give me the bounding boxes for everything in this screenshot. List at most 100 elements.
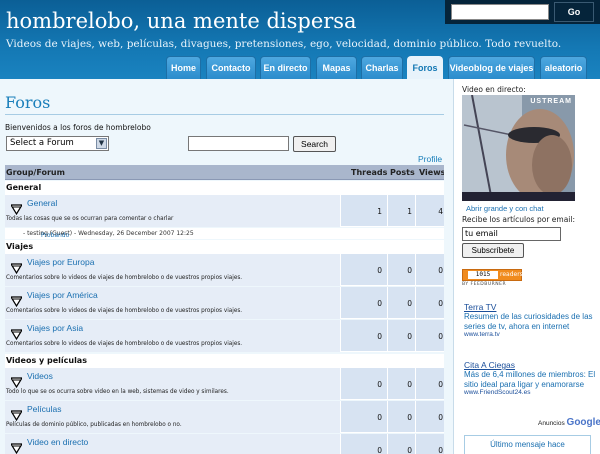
- forum-folder-icon: [11, 263, 22, 274]
- site-search-go-button[interactable]: Go: [554, 2, 594, 22]
- forum-views-count: 0: [438, 380, 443, 389]
- forum-views-count: 0: [438, 266, 443, 275]
- ad-block: Terra TV Resumen de las curiosidades de …: [464, 302, 599, 338]
- ad-url-link[interactable]: www.FriendScout24.es: [464, 389, 599, 396]
- forum-search-input[interactable]: [188, 136, 289, 151]
- subscribe-label: Recibe los artículos por email:: [462, 215, 575, 224]
- last-message-widget: Último mensaje hace: [464, 435, 591, 454]
- forum-views-count: 0: [438, 332, 443, 341]
- forum-views-count: 0: [438, 413, 443, 422]
- last-post-info: Probando - testing (Guest) - Wednesday, …: [23, 230, 194, 239]
- ads-by-google[interactable]: Anuncios Google: [538, 417, 600, 428]
- forum-posts-count: 0: [407, 380, 412, 389]
- subscribe-button[interactable]: Subscríbete: [462, 243, 524, 258]
- forum-posts-count: 0: [407, 446, 412, 454]
- ads-by-label: Anuncios: [538, 420, 567, 427]
- forum-threads-count: 0: [377, 332, 382, 341]
- tab-contacto[interactable]: Contacto: [206, 56, 256, 79]
- forum-row-america: Viajes por América Comentarios sobre lo …: [5, 287, 444, 319]
- forum-link-peliculas[interactable]: Películas: [27, 404, 62, 414]
- category-videos: Videos y películas: [5, 354, 444, 368]
- category-label: Viajes: [6, 242, 34, 251]
- forum-row-peliculas: Películas Películas de dominio público, …: [5, 401, 444, 433]
- forum-threads-count: 0: [377, 299, 382, 308]
- profile-link[interactable]: Profile: [418, 154, 442, 164]
- live-video-player[interactable]: USTREAM: [462, 95, 575, 201]
- forum-select-value: Select a Forum: [10, 138, 74, 148]
- forum-posts-count: 0: [407, 299, 412, 308]
- forum-description: Todas las cosas que se os ocurran para c…: [6, 216, 174, 222]
- site-header: hombrelobo, una mente dispersa Videos de…: [0, 0, 600, 79]
- forum-description: Comentarios sobre lo videos de viajes de…: [6, 275, 243, 281]
- last-post-link[interactable]: Probando: [41, 232, 69, 239]
- forum-description: Comentarios sobre lo videos de viajes de…: [6, 341, 243, 347]
- tab-foros[interactable]: Foros: [407, 56, 443, 79]
- forum-views-count: 4: [438, 207, 443, 216]
- chevron-down-icon[interactable]: ▼: [96, 138, 107, 149]
- forum-folder-icon: [11, 204, 22, 215]
- ad-text: Más de 6,4 millones de miembros: El siti…: [464, 370, 596, 389]
- forum-row-general: General Todas las cosas que se os ocurra…: [5, 195, 444, 227]
- tab-videoblog[interactable]: Videoblog de viajes: [448, 56, 535, 79]
- forum-folder-icon: [11, 377, 22, 388]
- forum-description: Todo lo que se os ocurra sobre video en …: [6, 389, 229, 395]
- title-divider: [5, 114, 444, 115]
- site-tagline: Videos de viajes, web, películas, divagu…: [6, 38, 562, 50]
- category-viajes: Viajes: [5, 240, 444, 254]
- category-label: General: [6, 183, 42, 192]
- site-search-input[interactable]: [451, 4, 549, 20]
- forum-threads-count: 0: [377, 380, 382, 389]
- video-thumbnail: [462, 95, 575, 201]
- forum-row-europa: Viajes por Europa Comentarios sobre lo v…: [5, 254, 444, 286]
- video-control-bar[interactable]: [462, 192, 575, 201]
- tab-charlas[interactable]: Charlas: [361, 56, 403, 79]
- forum-row-directo: Video en directo 0 0 0: [5, 434, 444, 454]
- page: hombrelobo, una mente dispersa Videos de…: [0, 0, 600, 454]
- forum-link-general[interactable]: General: [27, 198, 57, 208]
- tab-mapas[interactable]: Mapas: [316, 56, 357, 79]
- ad-block: Cita A Ciegas Más de 6,4 millones de mie…: [464, 360, 599, 396]
- ad-title-link[interactable]: Terra TV: [464, 302, 599, 312]
- forum-posts-count: 0: [407, 266, 412, 275]
- forum-link-asia[interactable]: Viajes por Asia: [27, 323, 83, 333]
- forum-views-count: 0: [438, 299, 443, 308]
- forum-link-directo[interactable]: Video en directo: [27, 437, 88, 447]
- feed-reader-count: 1015: [468, 271, 498, 279]
- feedburner-credit: BY FEEDBURNER: [462, 282, 507, 287]
- ad-title-link[interactable]: Cita A Ciegas: [464, 360, 599, 370]
- ad-text: Resumen de las curiosidades de las serie…: [464, 312, 593, 331]
- top-search-bar: Go: [445, 0, 600, 24]
- forum-threads-count: 0: [377, 446, 382, 454]
- forum-link-europa[interactable]: Viajes por Europa: [27, 257, 94, 267]
- forum-select[interactable]: Select a Forum ▼: [6, 136, 109, 151]
- tab-en-directo[interactable]: En directo: [260, 56, 311, 79]
- column-header-posts: Posts: [390, 168, 415, 177]
- forum-threads-count: 0: [377, 413, 382, 422]
- open-video-chat-link[interactable]: Abrir grande y con chat: [466, 204, 544, 213]
- live-video-label: Video en directo:: [462, 85, 526, 94]
- ad-url-link[interactable]: www.terra.tv: [464, 331, 599, 338]
- category-general: General: [5, 181, 444, 195]
- column-header-threads: Threads: [351, 168, 388, 177]
- page-title: Foros: [5, 93, 51, 112]
- column-header-views: Views: [419, 168, 444, 177]
- feed-readers-label: readers: [500, 271, 523, 278]
- main-nav: Home Contacto En directo Mapas Charlas F…: [0, 56, 600, 79]
- forum-table: Group/Forum Threads Posts Views General …: [5, 165, 444, 454]
- email-field[interactable]: tu email: [462, 227, 561, 241]
- site-title[interactable]: hombrelobo, una mente dispersa: [6, 9, 357, 33]
- forum-link-videos[interactable]: Videos: [27, 371, 53, 381]
- forum-search-button[interactable]: Search: [293, 136, 336, 152]
- forum-row-videos: Videos Todo lo que se os ocurra sobre vi…: [5, 368, 444, 400]
- video-brand-logo: USTREAM: [530, 98, 572, 105]
- last-post-row: Probando - testing (Guest) - Wednesday, …: [5, 228, 444, 239]
- forum-folder-icon: [11, 410, 22, 421]
- tab-aleatorio[interactable]: aleatorio: [540, 56, 587, 79]
- feedburner-badge[interactable]: 1015 readers: [462, 269, 523, 281]
- column-header-group: Group/Forum: [6, 168, 65, 177]
- forum-link-america[interactable]: Viajes por América: [27, 290, 98, 300]
- category-label: Videos y películas: [6, 356, 87, 365]
- forum-threads-count: 0: [377, 266, 382, 275]
- table-header: Group/Forum Threads Posts Views: [5, 165, 444, 180]
- tab-home[interactable]: Home: [166, 56, 201, 79]
